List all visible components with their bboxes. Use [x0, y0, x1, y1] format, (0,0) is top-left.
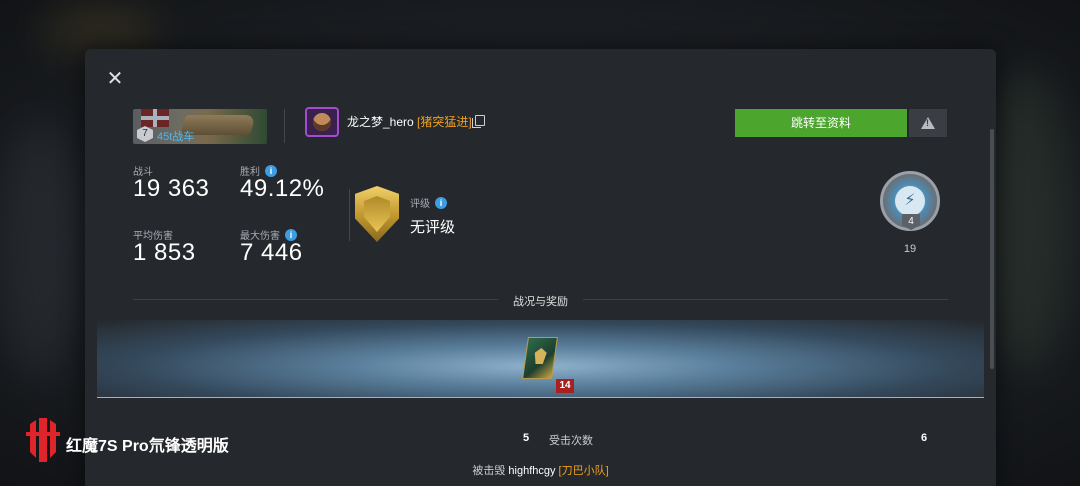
medal-count-badge: 14 — [556, 379, 574, 393]
go-to-profile-button[interactable]: 跳转至资料 — [735, 109, 907, 137]
hits-left-value: 5 — [523, 432, 530, 444]
max-damage-value: 7 446 — [240, 239, 303, 266]
mastery-level: 4 — [902, 214, 920, 230]
tank-thumbnail[interactable]: 7 45t战车 — [133, 109, 267, 144]
battles-value: 19 363 — [133, 175, 210, 202]
section-title-text: 战况与奖励 — [503, 296, 578, 308]
hits-right-value: 6 — [921, 432, 928, 444]
destroyed-by-label: 被击毁 — [472, 465, 506, 477]
avatar-face-icon — [313, 113, 331, 131]
scrollbar[interactable] — [990, 129, 994, 369]
brand-logo-icon — [26, 418, 60, 462]
rating-label-text: 评级 — [410, 199, 430, 210]
hits-received-label: 受击次数 — [549, 435, 593, 447]
info-icon[interactable]: i — [435, 196, 447, 209]
close-button[interactable]: ✕ — [105, 69, 125, 89]
wins-value: 49.12% — [240, 175, 325, 202]
player-nickname: 龙之梦_hero — [347, 115, 414, 129]
rating-value: 无评级 — [410, 219, 456, 236]
mastery-badge-icon[interactable]: ⚡ 4 — [880, 171, 940, 231]
report-button[interactable]: ! — [909, 109, 947, 137]
killer-clan-tag[interactable]: [刀巴小队] — [559, 465, 609, 477]
mastery-emblem-icon: ⚡ — [895, 186, 925, 216]
background-blur — [0, 120, 80, 380]
avg-damage-value: 1 853 — [133, 239, 196, 266]
warning-icon: ! — [921, 117, 935, 129]
player-profile-dialog: ✕ 7 45t战车 龙之梦_hero [猪突猛进] 跳转至资料 ! 战斗 19 … — [85, 49, 996, 486]
destroyed-by: 被击毁 highfhcgy [刀巴小队] — [85, 462, 996, 478]
clan-tag[interactable]: [猪突猛进] — [417, 115, 472, 129]
tier-badge: 7 — [137, 126, 153, 142]
killer-name[interactable]: highfhcgy — [508, 465, 555, 477]
divider — [284, 109, 285, 143]
watermark-text: 红魔7S Pro氘锋透明版 — [66, 438, 229, 455]
nation-flag-icon — [141, 109, 169, 127]
hits-received-left: 5 — [523, 432, 529, 444]
rating-label: 评级 i — [410, 195, 447, 210]
player-name: 龙之梦_hero [猪突猛进] — [347, 113, 472, 130]
hits-received-right: 6 — [921, 432, 927, 444]
mastery-count: 19 — [903, 243, 917, 255]
avatar[interactable] — [305, 107, 339, 137]
copy-icon[interactable] — [472, 115, 485, 128]
background-blur — [40, 10, 160, 50]
section-title: 战况与奖励 — [85, 293, 996, 309]
tank-name: 45t战车 — [157, 131, 195, 143]
medal-icon[interactable] — [522, 337, 558, 379]
divider — [349, 189, 350, 241]
